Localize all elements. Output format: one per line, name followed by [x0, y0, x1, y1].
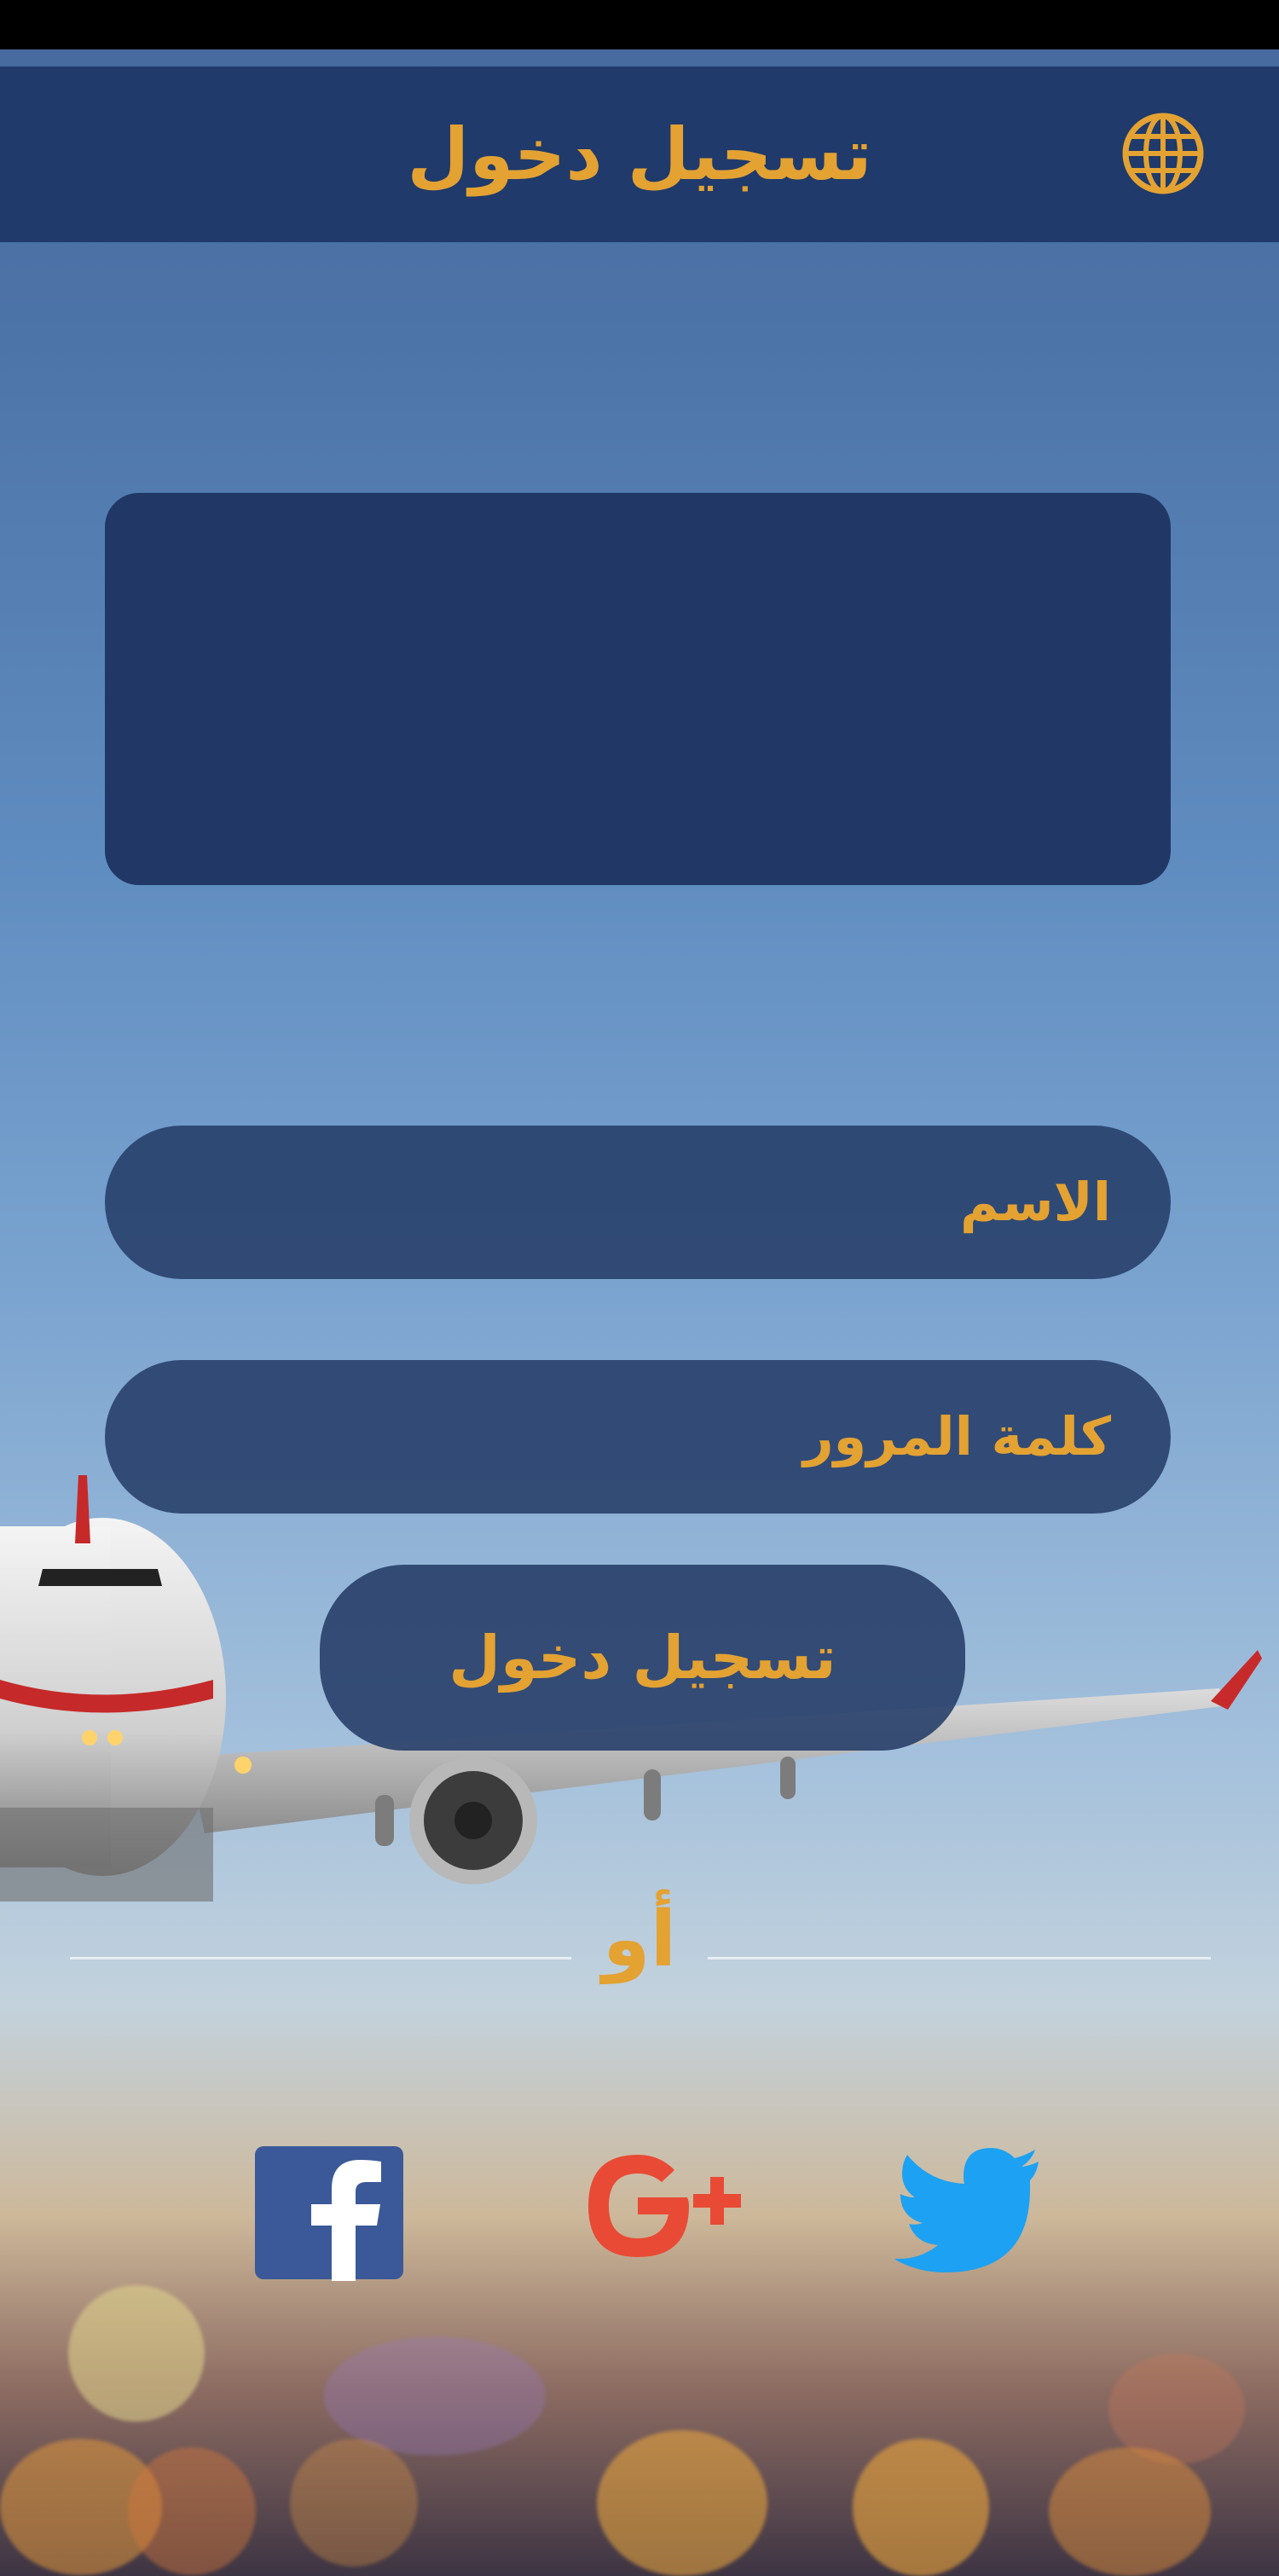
background-bokeh: [597, 2430, 767, 2576]
facebook-icon[interactable]: [253, 2145, 405, 2281]
password-input[interactable]: كلمة المرور: [105, 1360, 1171, 1514]
header-bar: تسجيل دخول: [0, 67, 1279, 242]
google-plus-icon[interactable]: [578, 2145, 749, 2264]
divider-line: [70, 1957, 571, 1959]
name-placeholder: الاسم: [959, 1171, 1111, 1233]
twitter-icon[interactable]: [895, 2145, 1040, 2272]
or-separator: أو: [602, 1895, 677, 1984]
divider-line: [708, 1957, 1211, 1959]
background-bokeh: [68, 2285, 205, 2422]
background-bokeh: [290, 2439, 418, 2567]
background-bokeh: [1049, 2447, 1211, 2576]
background-bokeh: [128, 2447, 256, 2575]
name-input[interactable]: الاسم: [105, 1126, 1171, 1279]
login-screen: تسجيل دخول الاسم كلمة المرور تسجيل دخول …: [0, 0, 1279, 2576]
logo-banner-box: [105, 493, 1171, 885]
page-title: تسجيل دخول: [407, 113, 872, 196]
globe-icon[interactable]: [1120, 111, 1206, 196]
login-button[interactable]: تسجيل دخول: [320, 1565, 965, 1751]
background-bokeh: [853, 2439, 989, 2576]
password-placeholder: كلمة المرور: [802, 1405, 1111, 1467]
status-bar: [0, 0, 1279, 49]
background-bokeh: [324, 2336, 546, 2456]
